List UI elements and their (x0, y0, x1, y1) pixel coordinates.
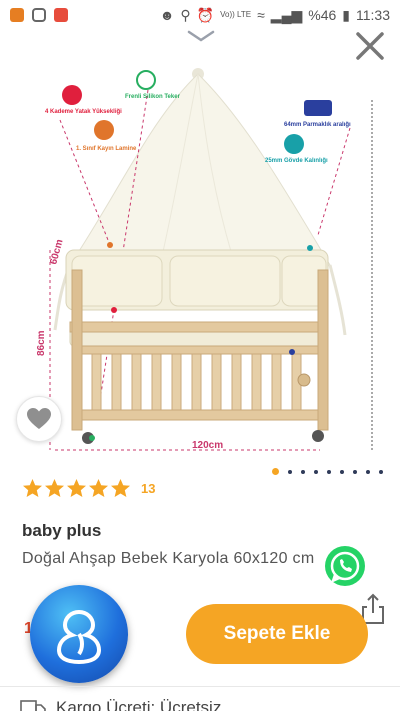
gallery-icon (10, 8, 24, 22)
star-icon (23, 479, 42, 497)
height-adjust-icon (62, 85, 82, 105)
divider (0, 686, 400, 687)
contact-icon: ☻ (159, 7, 175, 23)
status-bar: ☻ ⚲ ⏰ Vo)) LTE ≈ ▂▄▆ %46 ▮ 11:33 (0, 0, 400, 30)
assistant-chat-button[interactable] (30, 585, 128, 683)
assistant-logo-icon (56, 609, 102, 664)
label-body-thickness: 25mm Gövde Kalınlığı (265, 158, 328, 164)
star-icon (67, 479, 86, 497)
status-system: ☻ ⚲ ⏰ Vo)) LTE ≈ ▂▄▆ %46 ▮ 11:33 (160, 7, 390, 24)
carousel-dot[interactable] (314, 469, 318, 474)
star-icon (45, 479, 64, 497)
app-notification-icon (54, 8, 68, 22)
carousel-dot[interactable] (327, 469, 331, 474)
label-dim-86: 86cm (36, 330, 47, 356)
carousel-dot[interactable] (301, 469, 305, 474)
label-dim-60: 60cm (48, 238, 65, 266)
truck-icon (20, 700, 46, 711)
whatsapp-icon[interactable] (322, 543, 368, 589)
label-slat-gap: 64mm Parmaklık aralığı (284, 122, 351, 128)
wheel-icon (136, 70, 156, 90)
rating-count: 13 (141, 481, 156, 496)
network-label: Vo)) LTE (220, 10, 252, 19)
carousel-dot[interactable] (353, 469, 357, 474)
carousel-dot[interactable] (366, 469, 370, 474)
product-image[interactable]: 4 Kademe Yatak Yüksekliği 1. Sınıf Kayın… (0, 60, 400, 460)
brand-name[interactable]: baby plus (22, 521, 101, 541)
alarm-icon: ⏰ (196, 6, 215, 23)
shipping-info: Kargo Ücreti: Ücretsiz (20, 698, 221, 711)
signal-icon: ▂▄▆ (270, 6, 303, 23)
favorite-button[interactable] (16, 396, 62, 442)
carousel-dot[interactable] (272, 468, 279, 475)
chevron-down-icon[interactable] (186, 28, 216, 44)
location-icon: ⚲ (180, 6, 191, 23)
carousel-dot[interactable] (288, 469, 292, 474)
star-icon (89, 479, 108, 497)
shipping-label: Kargo Ücreti: Ücretsiz (56, 698, 222, 711)
laminate-icon (94, 120, 114, 140)
thickness-icon (284, 134, 304, 154)
label-height-adjust: 4 Kademe Yatak Yüksekliği (45, 109, 122, 115)
instagram-icon (32, 8, 46, 22)
rating-stars (22, 478, 132, 499)
product-title: Doğal Ahşap Bebek Karyola 60x120 cm (22, 550, 315, 567)
wifi-icon: ≈ (257, 7, 265, 23)
heart-icon (27, 408, 51, 429)
clock: 11:33 (356, 7, 390, 23)
slat-gap-icon (304, 100, 332, 116)
carousel-dot[interactable] (340, 469, 344, 474)
carousel-dot[interactable] (379, 469, 383, 474)
label-laminate: 1. Sınıf Kayın Lamine (76, 146, 137, 152)
label-dim-120: 120cm (192, 440, 223, 451)
add-to-cart-button[interactable]: Sepete Ekle (186, 604, 368, 664)
battery-icon: ▮ (342, 6, 350, 23)
battery-level: %46 (308, 7, 337, 23)
status-notifications (10, 8, 68, 22)
product-rating[interactable]: 13 (22, 478, 155, 499)
star-icon (111, 479, 130, 497)
image-carousel-indicator[interactable] (272, 468, 383, 475)
label-wheels: Frenli Silikon Teker (125, 94, 181, 100)
close-icon[interactable] (352, 28, 388, 64)
